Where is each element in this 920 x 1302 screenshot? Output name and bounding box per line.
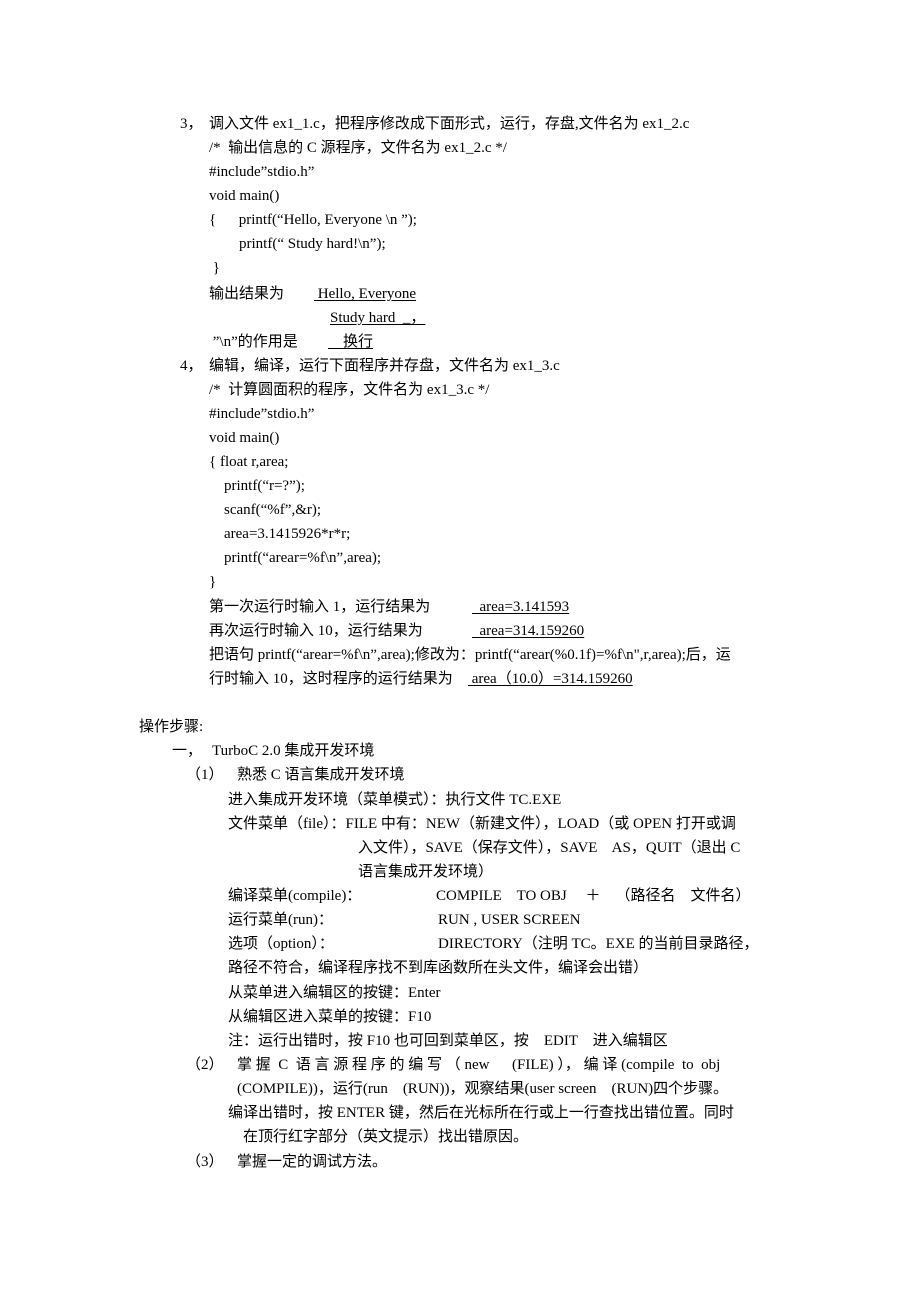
code-line: /* 计算圆面积的程序，文件名为 ex1_3.c */	[209, 382, 490, 398]
run2-answer: area=314.159260	[472, 623, 585, 639]
option-menu-continued: 路径不符合，编译程序找不到库函数所在头文件，编译会出错）	[228, 960, 649, 976]
section3-number: 3，	[180, 116, 203, 132]
section3-instruction: 调入文件 ex1_1.c，把程序修改成下面形式，运行，存盘,文件名为 ex1_2…	[209, 116, 690, 132]
run1-answer: area=3.141593	[472, 599, 570, 615]
menu-to-edit-line: 从菜单进入编辑区的按键：Enter	[228, 985, 441, 1001]
output-answer-line2: Study hard _，	[330, 310, 426, 326]
code-line: printf(“arear=%f\n”,area);	[209, 550, 382, 566]
output-answer-line1: Hello, Everyone	[314, 286, 417, 302]
compile-menu-value: COMPILE TO OBJ ＋ （路径名 文件名）	[436, 888, 751, 904]
item2-line: 掌 握 C 语 言 源 程 序 的 编 写 （ new (FILE) ）， 编 …	[237, 1057, 721, 1073]
enter-env-line: 进入集成开发环境（菜单模式）：执行文件 TC.EXE	[228, 792, 562, 808]
item1-number: （1）	[186, 767, 224, 783]
code-line: void main()	[209, 430, 280, 446]
code-line: { printf(“Hello, Everyone \n ”);	[209, 212, 417, 228]
item2-line: (COMPILE))，运行(run (RUN))，观察结果(user scree…	[237, 1081, 729, 1097]
note-line: 注：运行出错时，按 F10 也可回到菜单区，按 EDIT 进入编辑区	[228, 1033, 668, 1049]
run-menu-value: RUN , USER SCREEN	[438, 912, 581, 928]
compile-menu-label: 编译菜单(compile)：	[228, 888, 362, 904]
modify-instruction-label: 行时输入 10，这时程序的运行结果为	[209, 671, 453, 687]
file-menu-line: 入文件），SAVE（保存文件），SAVE AS，QUIT（退出 C	[358, 840, 741, 856]
item3-title: 掌握一定的调试方法。	[237, 1154, 388, 1170]
code-line: area=3.1415926*r*r;	[209, 526, 351, 542]
code-line: }	[209, 260, 220, 276]
code-line: printf(“ Study hard!\n”);	[209, 236, 386, 252]
run-menu-label: 运行菜单(run)：	[228, 912, 333, 928]
modify-instruction-line1: 把语句 printf(“arear=%f\n”,area);修改为：printf…	[209, 647, 731, 663]
modify-answer: area（10.0）=314.159260	[468, 671, 633, 687]
file-menu-line: 文件菜单（file）：FILE 中有：NEW（新建文件），LOAD（或 OPEN…	[228, 816, 736, 832]
section4-number: 4，	[180, 358, 203, 374]
item1-title: 熟悉 C 语言集成开发环境	[237, 767, 405, 783]
run1-label: 第一次运行时输入 1，运行结果为	[209, 599, 431, 615]
code-line: /* 输出信息的 C 源程序，文件名为 ex1_2.c */	[209, 140, 507, 156]
edit-to-menu-line: 从编辑区进入菜单的按键：F10	[228, 1009, 432, 1025]
part1-number: 一，	[172, 743, 203, 759]
item3-number: （3）	[186, 1154, 224, 1170]
run2-label: 再次运行时输入 10，运行结果为	[209, 623, 423, 639]
section4-instruction: 编辑，编译，运行下面程序并存盘，文件名为 ex1_3.c	[209, 358, 560, 374]
part1-title: TurboC 2.0 集成开发环境	[212, 743, 375, 759]
newline-answer: 换行	[328, 334, 374, 350]
code-line: scanf(“%f”,&r);	[209, 502, 322, 518]
code-line: printf(“r=?”);	[209, 478, 305, 494]
item2-number: （2）	[186, 1057, 224, 1073]
code-line: }	[209, 574, 217, 590]
code-line: #include”stdio.h”	[209, 164, 315, 180]
code-line: #include”stdio.h”	[209, 406, 315, 422]
item2-line: 在顶行红字部分（英文提示）找出错原因。	[243, 1129, 529, 1145]
file-menu-line: 语言集成开发环境）	[358, 864, 494, 880]
item2-line: 编译出错时，按 ENTER 键，然后在光标所在行或上一行查找出错位置。同时	[228, 1105, 734, 1121]
option-menu-label: 选项（option）：	[228, 936, 334, 952]
output-label: 输出结果为	[209, 286, 285, 302]
steps-heading: 操作步骤:	[139, 719, 204, 735]
option-menu-value: DIRECTORY（注明 TC。EXE 的当前目录路径，	[438, 936, 759, 952]
code-line: { float r,area;	[209, 454, 289, 470]
newline-label: ”\n”的作用是	[209, 334, 298, 350]
code-line: void main()	[209, 188, 280, 204]
